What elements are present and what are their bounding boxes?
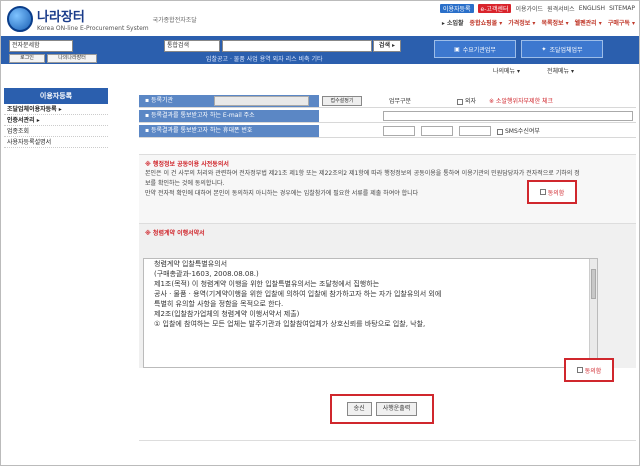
all-menu-link[interactable]: 전체메뉴 ▾: [547, 66, 574, 75]
notice-agree-box[interactable]: 동의함: [527, 180, 577, 204]
notice-text: 본인은 이 건 사무의 처리와 관련하여 전자정부법 제21조 제1항 또는 제…: [145, 169, 585, 199]
contract-line: 특별히 유의할 사항을 정함을 목적으로 한다.: [154, 300, 284, 308]
search-category-select[interactable]: 통합검색: [164, 40, 220, 52]
foreign-checkbox[interactable]: 외자: [457, 96, 476, 105]
sidebar-item-supplier-register[interactable]: 조달업체이용자등록 ▸: [4, 104, 108, 115]
logo-subtitle: Korea ON-line E-Procurement System: [37, 25, 149, 32]
send-button[interactable]: 송신: [346, 402, 372, 416]
notice-title: ※ 행정정보 공동이용 사전동의서: [145, 161, 229, 168]
contract-line: 청렴계약 입찰특별유의서: [154, 260, 228, 268]
notice-paragraph-1: 본인은 이 건 사무의 처리와 관련하여 전자정부법 제21조 제1항 또는 제…: [145, 170, 580, 187]
search-input[interactable]: [222, 40, 372, 52]
my-menu-link[interactable]: 나의메뉴 ▾: [493, 66, 520, 75]
top-link-remote[interactable]: 원격서비스: [547, 4, 575, 13]
integrity-contract: ※ 청렴계약 이행서약서 청렴계약 입찰특별유의서 (구매총괄과-1603, 2…: [139, 223, 636, 368]
print-button[interactable]: 사행운출력: [375, 402, 418, 416]
site-logo[interactable]: 나라장터 Korea ON-line E-Procurement System …: [7, 6, 197, 32]
search-button[interactable]: 검색 ▸: [373, 40, 401, 52]
biz-type-label: 업무구분: [389, 98, 412, 105]
notice-paragraph-2: 만약 전자적 확인에 대하여 본인이 동의하지 아니하는 경우에는 입찰참가에 …: [145, 190, 419, 197]
blue-nav-bar: 전자문세함 통합검색 검색 ▸ 로그인 나의나라장터 입찰공고 · 물품 사업 …: [1, 36, 639, 64]
top-link-ecenter[interactable]: e-고객센터: [477, 4, 512, 13]
my-naraj-button[interactable]: 나의나라장터: [47, 54, 97, 63]
site-header: 나라장터 Korea ON-line E-Procurement System …: [1, 1, 639, 35]
top-link-sitemap[interactable]: SITEMAP: [609, 5, 635, 12]
subnav-item-price-info[interactable]: 가격정보 ▾: [508, 18, 535, 27]
sidebar-item-manual[interactable]: 사용자등록설명서: [4, 137, 108, 148]
sidebar-item-certificate[interactable]: 인증서관리 ▸: [4, 115, 108, 126]
contract-agree-label: 동의함: [584, 367, 602, 375]
contract-title: ※ 청렴계약 이행서약서: [145, 230, 205, 237]
foreign-label: 외자: [465, 98, 477, 105]
email-field[interactable]: [383, 111, 633, 121]
sms-label: SMS수신여부: [505, 128, 540, 135]
footer-divider: [139, 440, 636, 441]
top-link-english[interactable]: ENGLISH: [579, 5, 605, 12]
phone-field-3[interactable]: [459, 126, 491, 136]
contract-line: 공사 · 물품 · 용역(기계약이행을 위한 입찰에 의하여 입찰에 참가하고자…: [154, 290, 442, 298]
login-button[interactable]: 로그인: [9, 54, 45, 63]
logo-tag: 국가종합전자조달: [152, 16, 197, 24]
handshake-icon: ✦: [541, 45, 547, 53]
logo-globe-icon: [7, 6, 33, 32]
demand-agency-button[interactable]: ▣ 수요기관업무: [434, 40, 516, 58]
agency-field[interactable]: [214, 96, 309, 106]
phone-field-1[interactable]: [383, 126, 415, 136]
contract-line: ① 입찰에 참여하는 모든 업체는 발주기관과 입찰참여업체가 상호신뢰를 바탕…: [154, 320, 426, 328]
contract-scrollbar[interactable]: [589, 259, 597, 367]
sms-checkbox[interactable]: SMS수신여부: [497, 126, 540, 135]
quick-links[interactable]: 입찰공고 · 물품 사업 용역 외자 리스 비축 기타: [206, 54, 323, 63]
action-buttons: 송신 사행운출력: [330, 394, 434, 424]
restriction-note: ※ 소알행위자부제한 체크: [489, 98, 554, 105]
logo-text: 나라장터 Korea ON-line E-Procurement System: [37, 6, 149, 32]
top-links: 이용자등록 e-고객센터 이용가이드 원격서비스 ENGLISH SITEMAP: [439, 4, 635, 13]
subnav-item-shopping-mall[interactable]: 종합쇼핑몰 ▾: [470, 18, 503, 27]
subnav-item-welfare[interactable]: 웰펜관리 ▾: [575, 18, 602, 27]
subnav-item-catalog[interactable]: 목록정보 ▾: [541, 18, 568, 27]
logo-title: 나라장터: [37, 10, 85, 25]
monitor-icon: ▣: [454, 45, 460, 53]
sidebar-header: 이용자등록: [4, 88, 108, 104]
supplier-label: 조달업체업무: [549, 46, 583, 54]
supplier-button[interactable]: ✦ 조달업체업무: [521, 40, 603, 58]
sub-nav: ▸ 소입찰 종합쇼핑몰 ▾ 가격정보 ▾ 목록정보 ▾ 웰펜관리 ▾ 구매구독 …: [442, 18, 635, 27]
contract-agree-box[interactable]: 동의함: [564, 358, 614, 382]
notice-agree-checkbox[interactable]: [539, 189, 546, 195]
demand-agency-label: 수요기관업무: [462, 46, 496, 54]
subnav-item-purchase[interactable]: 구매구독 ▾: [608, 18, 635, 27]
phone-label: ▪ 등록결과를 통보받고자 하는 휴대폰 번호: [139, 125, 319, 137]
agency-select-button[interactable]: 접수설정기: [322, 96, 362, 106]
contract-line: 제2조(입찰참가업체의 청렴계약 이행서약서 제출): [154, 310, 300, 318]
subnav-item-small-bid[interactable]: ▸ 소입찰: [442, 18, 464, 27]
contract-agree-checkbox[interactable]: [576, 367, 583, 373]
notice-agree-label: 동의함: [547, 189, 565, 197]
form-row-agency: ▪ 등록기관 접수설정기 업무구분 외자 ※ 소알행위자부제한 체크: [139, 95, 636, 108]
sidebar: 이용자등록 조달업체이용자등록 ▸ 인증서관리 ▸ 업종조회 사용자등록설명서: [4, 88, 108, 148]
top-link-register[interactable]: 이용자등록: [439, 4, 474, 13]
email-label: ▪ 등록결과를 통보받고자 하는 E-mail 주소: [139, 110, 319, 122]
form-row-email: ▪ 등록결과를 통보받고자 하는 E-mail 주소: [139, 110, 636, 123]
phone-field-2[interactable]: [421, 126, 453, 136]
foreign-check-box[interactable]: [457, 98, 463, 105]
contract-line: 제1조(목적) 이 청렴계약 이행을 위한 입찰특별유의서는 조달청에서 집행하…: [154, 280, 380, 288]
scroll-thumb[interactable]: [591, 269, 596, 299]
sidebar-item-industry[interactable]: 업종조회: [4, 126, 108, 137]
contract-textarea[interactable]: 청렴계약 입찰특별유의서 (구매총괄과-1603, 2008.08.08.) 제…: [143, 258, 598, 368]
doc-select[interactable]: 전자문세함: [9, 40, 73, 52]
form-row-phone: ▪ 등록결과를 통보받고자 하는 휴대폰 번호 SMS수신여부: [139, 125, 636, 138]
sms-check-box[interactable]: [497, 128, 503, 135]
top-link-guide[interactable]: 이용가이드: [515, 4, 543, 13]
contract-line: (구매총괄과-1603, 2008.08.08.): [154, 270, 259, 278]
